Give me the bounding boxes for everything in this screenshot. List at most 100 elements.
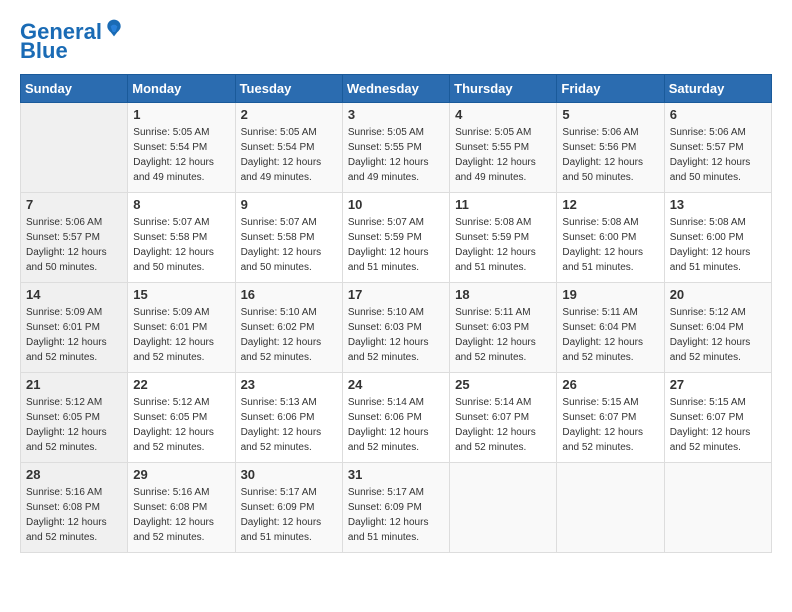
calendar-header-row: SundayMondayTuesdayWednesdayThursdayFrid…	[21, 75, 772, 103]
calendar-cell: 4 Sunrise: 5:05 AMSunset: 5:55 PMDaylight…	[450, 103, 557, 193]
day-number: 12	[562, 197, 658, 212]
calendar-cell: 2 Sunrise: 5:05 AMSunset: 5:54 PMDaylight…	[235, 103, 342, 193]
cell-info: Sunrise: 5:08 AMSunset: 6:00 PMDaylight:…	[670, 215, 766, 275]
cell-info: Sunrise: 5:14 AMSunset: 6:06 PMDaylight:…	[348, 395, 444, 455]
calendar-cell: 9 Sunrise: 5:07 AMSunset: 5:58 PMDaylight…	[235, 193, 342, 283]
calendar-cell: 10 Sunrise: 5:07 AMSunset: 5:59 PMDayligh…	[342, 193, 449, 283]
calendar-cell	[557, 463, 664, 553]
calendar-cell: 8 Sunrise: 5:07 AMSunset: 5:58 PMDaylight…	[128, 193, 235, 283]
calendar-cell: 24 Sunrise: 5:14 AMSunset: 6:06 PMDayligh…	[342, 373, 449, 463]
day-number: 3	[348, 107, 444, 122]
cell-info: Sunrise: 5:15 AMSunset: 6:07 PMDaylight:…	[562, 395, 658, 455]
cell-info: Sunrise: 5:05 AMSunset: 5:55 PMDaylight:…	[455, 125, 551, 185]
calendar-cell: 5 Sunrise: 5:06 AMSunset: 5:56 PMDaylight…	[557, 103, 664, 193]
calendar-cell: 7 Sunrise: 5:06 AMSunset: 5:57 PMDaylight…	[21, 193, 128, 283]
day-number: 22	[133, 377, 229, 392]
calendar-body: 1 Sunrise: 5:05 AMSunset: 5:54 PMDaylight…	[21, 103, 772, 553]
calendar-cell: 31 Sunrise: 5:17 AMSunset: 6:09 PMDayligh…	[342, 463, 449, 553]
day-number: 1	[133, 107, 229, 122]
calendar-cell: 17 Sunrise: 5:10 AMSunset: 6:03 PMDayligh…	[342, 283, 449, 373]
calendar-cell: 6 Sunrise: 5:06 AMSunset: 5:57 PMDaylight…	[664, 103, 771, 193]
calendar-week-4: 21 Sunrise: 5:12 AMSunset: 6:05 PMDayligh…	[21, 373, 772, 463]
day-number: 9	[241, 197, 337, 212]
day-number: 13	[670, 197, 766, 212]
cell-info: Sunrise: 5:08 AMSunset: 6:00 PMDaylight:…	[562, 215, 658, 275]
day-number: 25	[455, 377, 551, 392]
cell-info: Sunrise: 5:13 AMSunset: 6:06 PMDaylight:…	[241, 395, 337, 455]
column-header-sunday: Sunday	[21, 75, 128, 103]
calendar-cell	[450, 463, 557, 553]
column-header-monday: Monday	[128, 75, 235, 103]
day-number: 30	[241, 467, 337, 482]
cell-info: Sunrise: 5:05 AMSunset: 5:55 PMDaylight:…	[348, 125, 444, 185]
column-header-thursday: Thursday	[450, 75, 557, 103]
day-number: 5	[562, 107, 658, 122]
column-header-tuesday: Tuesday	[235, 75, 342, 103]
calendar-cell: 25Sunrise: 5:14 AMSunset: 6:07 PMDayligh…	[450, 373, 557, 463]
day-number: 23	[241, 377, 337, 392]
day-number: 7	[26, 197, 122, 212]
cell-info: Sunrise: 5:07 AMSunset: 5:59 PMDaylight:…	[348, 215, 444, 275]
cell-info: Sunrise: 5:17 AMSunset: 6:09 PMDaylight:…	[348, 485, 444, 545]
calendar-week-1: 1 Sunrise: 5:05 AMSunset: 5:54 PMDaylight…	[21, 103, 772, 193]
column-header-friday: Friday	[557, 75, 664, 103]
day-number: 24	[348, 377, 444, 392]
cell-info: Sunrise: 5:08 AMSunset: 5:59 PMDaylight:…	[455, 215, 551, 275]
day-number: 4	[455, 107, 551, 122]
cell-info: Sunrise: 5:16 AMSunset: 6:08 PMDaylight:…	[133, 485, 229, 545]
calendar-cell: 16Sunrise: 5:10 AMSunset: 6:02 PMDayligh…	[235, 283, 342, 373]
day-number: 27	[670, 377, 766, 392]
page-header: General Blue	[20, 20, 772, 64]
cell-info: Sunrise: 5:10 AMSunset: 6:02 PMDaylight:…	[241, 305, 337, 365]
cell-info: Sunrise: 5:07 AMSunset: 5:58 PMDaylight:…	[241, 215, 337, 275]
day-number: 11	[455, 197, 551, 212]
logo-icon	[104, 18, 124, 38]
column-header-wednesday: Wednesday	[342, 75, 449, 103]
calendar-cell: 27 Sunrise: 5:15 AMSunset: 6:07 PMDayligh…	[664, 373, 771, 463]
calendar-cell: 18 Sunrise: 5:11 AMSunset: 6:03 PMDayligh…	[450, 283, 557, 373]
day-number: 6	[670, 107, 766, 122]
cell-info: Sunrise: 5:09 AMSunset: 6:01 PMDaylight:…	[26, 305, 122, 365]
day-number: 31	[348, 467, 444, 482]
cell-info: Sunrise: 5:06 AMSunset: 5:57 PMDaylight:…	[670, 125, 766, 185]
calendar-cell: 28Sunrise: 5:16 AMSunset: 6:08 PMDayligh…	[21, 463, 128, 553]
calendar-cell: 23 Sunrise: 5:13 AMSunset: 6:06 PMDayligh…	[235, 373, 342, 463]
day-number: 17	[348, 287, 444, 302]
calendar-cell: 29 Sunrise: 5:16 AMSunset: 6:08 PMDayligh…	[128, 463, 235, 553]
day-number: 21	[26, 377, 122, 392]
cell-info: Sunrise: 5:05 AMSunset: 5:54 PMDaylight:…	[241, 125, 337, 185]
calendar-cell	[664, 463, 771, 553]
day-number: 14	[26, 287, 122, 302]
calendar-table: SundayMondayTuesdayWednesdayThursdayFrid…	[20, 74, 772, 553]
day-number: 8	[133, 197, 229, 212]
day-number: 29	[133, 467, 229, 482]
cell-info: Sunrise: 5:11 AMSunset: 6:04 PMDaylight:…	[562, 305, 658, 365]
day-number: 20	[670, 287, 766, 302]
cell-info: Sunrise: 5:06 AMSunset: 5:57 PMDaylight:…	[26, 215, 122, 275]
cell-info: Sunrise: 5:12 AMSunset: 6:04 PMDaylight:…	[670, 305, 766, 365]
cell-info: Sunrise: 5:07 AMSunset: 5:58 PMDaylight:…	[133, 215, 229, 275]
cell-info: Sunrise: 5:06 AMSunset: 5:56 PMDaylight:…	[562, 125, 658, 185]
cell-info: Sunrise: 5:12 AMSunset: 6:05 PMDaylight:…	[26, 395, 122, 455]
calendar-cell: 13 Sunrise: 5:08 AMSunset: 6:00 PMDayligh…	[664, 193, 771, 283]
day-number: 28	[26, 467, 122, 482]
calendar-cell: 3 Sunrise: 5:05 AMSunset: 5:55 PMDaylight…	[342, 103, 449, 193]
day-number: 15	[133, 287, 229, 302]
calendar-cell: 11 Sunrise: 5:08 AMSunset: 5:59 PMDayligh…	[450, 193, 557, 283]
day-number: 18	[455, 287, 551, 302]
cell-info: Sunrise: 5:17 AMSunset: 6:09 PMDaylight:…	[241, 485, 337, 545]
day-number: 2	[241, 107, 337, 122]
cell-info: Sunrise: 5:12 AMSunset: 6:05 PMDaylight:…	[133, 395, 229, 455]
calendar-cell: 20 Sunrise: 5:12 AMSunset: 6:04 PMDayligh…	[664, 283, 771, 373]
cell-info: Sunrise: 5:10 AMSunset: 6:03 PMDaylight:…	[348, 305, 444, 365]
logo: General Blue	[20, 20, 124, 64]
cell-info: Sunrise: 5:15 AMSunset: 6:07 PMDaylight:…	[670, 395, 766, 455]
cell-info: Sunrise: 5:11 AMSunset: 6:03 PMDaylight:…	[455, 305, 551, 365]
calendar-cell: 21 Sunrise: 5:12 AMSunset: 6:05 PMDayligh…	[21, 373, 128, 463]
calendar-cell: 22 Sunrise: 5:12 AMSunset: 6:05 PMDayligh…	[128, 373, 235, 463]
day-number: 10	[348, 197, 444, 212]
calendar-cell: 30 Sunrise: 5:17 AMSunset: 6:09 PMDayligh…	[235, 463, 342, 553]
cell-info: Sunrise: 5:09 AMSunset: 6:01 PMDaylight:…	[133, 305, 229, 365]
calendar-week-2: 7 Sunrise: 5:06 AMSunset: 5:57 PMDaylight…	[21, 193, 772, 283]
calendar-week-3: 14 Sunrise: 5:09 AMSunset: 6:01 PMDayligh…	[21, 283, 772, 373]
